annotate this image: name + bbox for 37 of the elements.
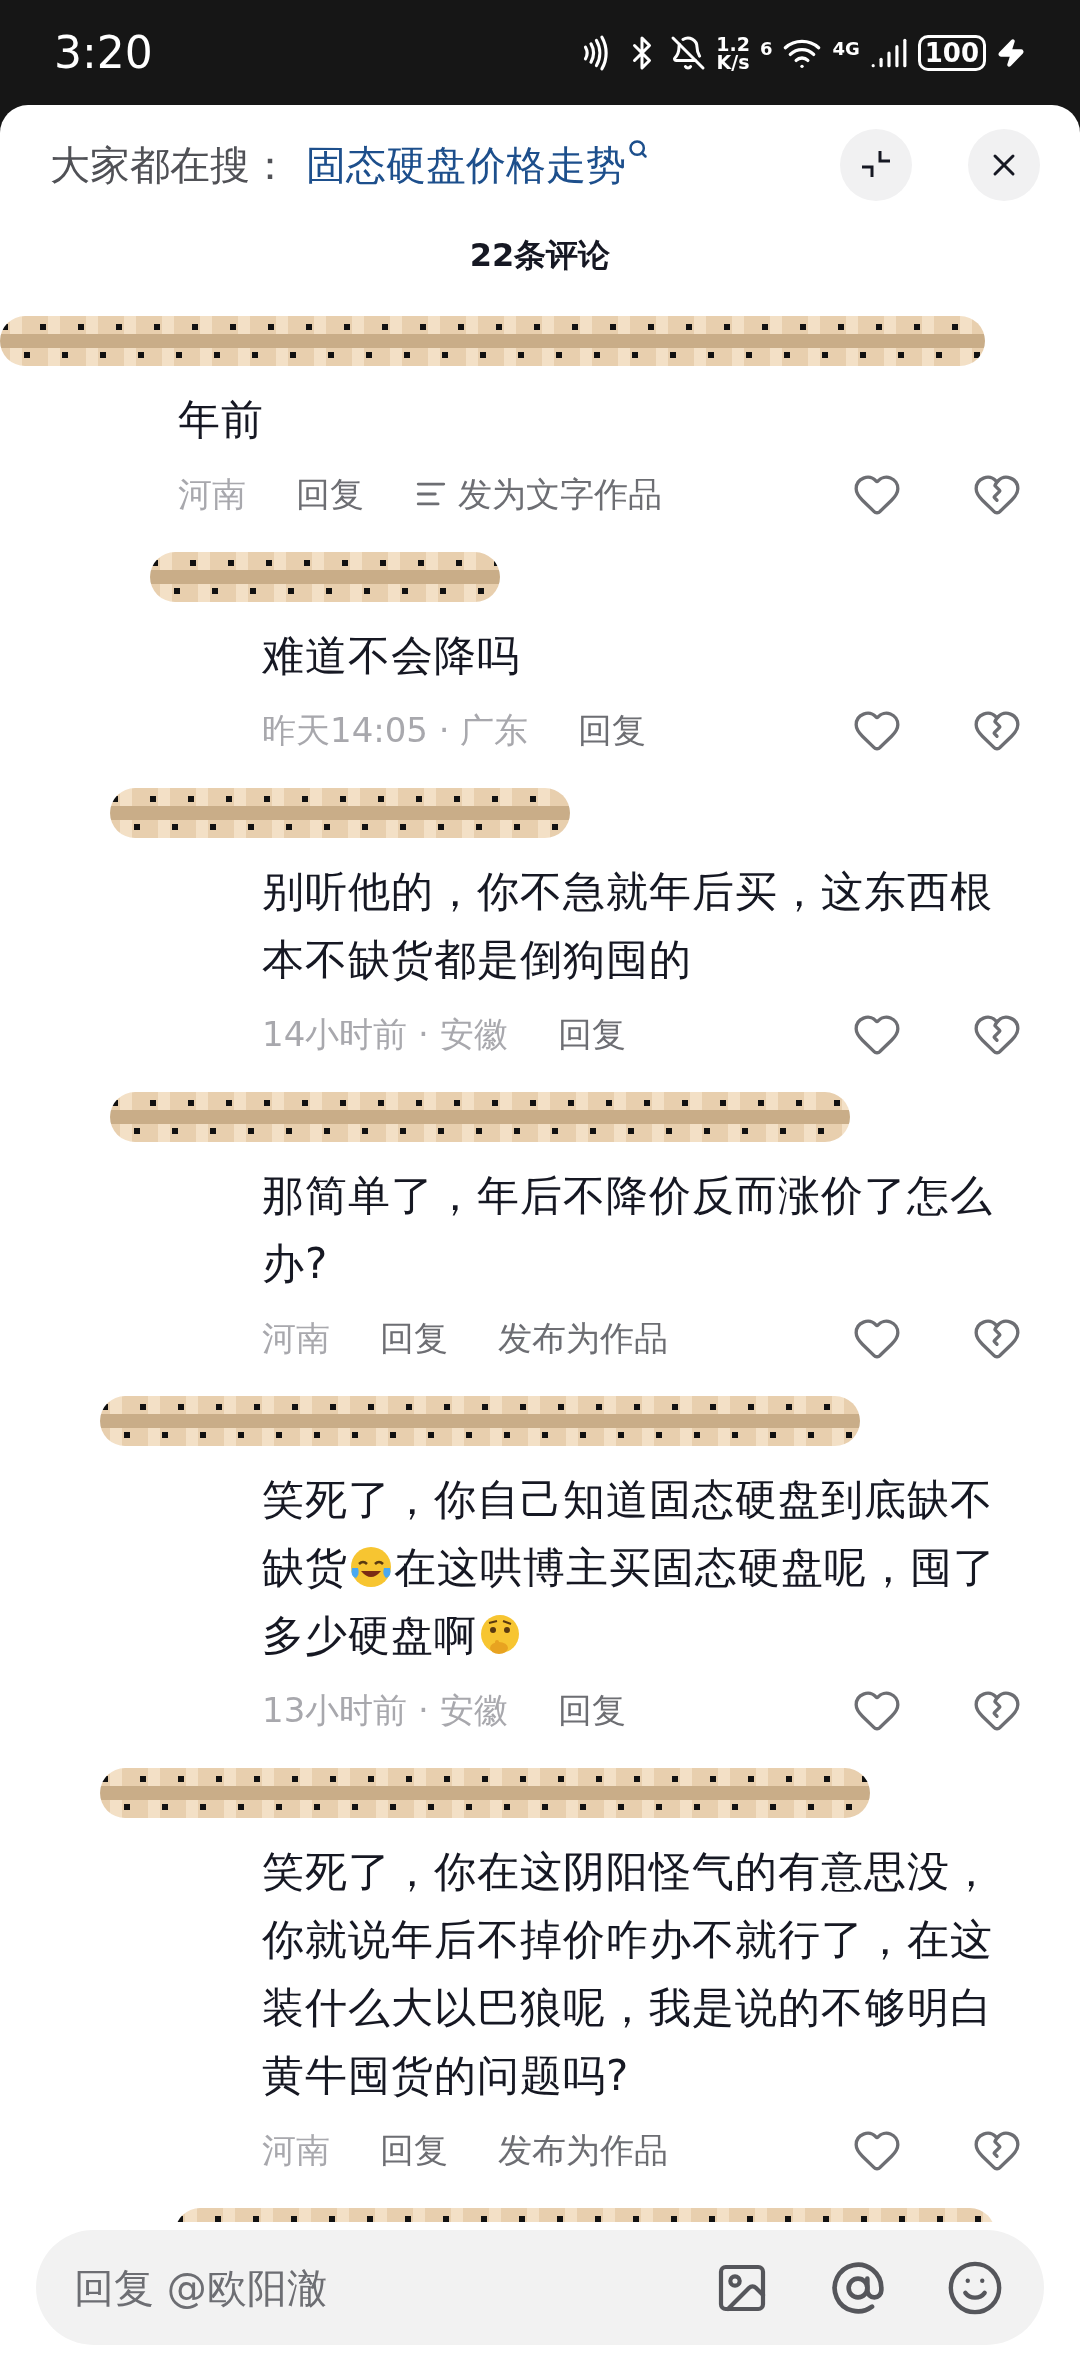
status-time: 3:20 — [54, 25, 153, 80]
search-icon — [628, 139, 648, 159]
comment-text: 那简单了，年后不降价反而涨价了怎么办? — [262, 1170, 994, 1290]
reply-button[interactable]: 回复 — [557, 1684, 626, 1736]
charging-icon — [996, 37, 1026, 68]
mention-icon[interactable] — [830, 2259, 886, 2316]
reply-button[interactable]: 回复 — [380, 2124, 448, 2176]
comment-text: 笑死了，你在这阴阳怪气的有意思没，你就说年后不掉价咋办不就行了，在这装什么大以巴狼呢，我是说的不够明白黄牛囤货的问题吗? — [262, 1846, 994, 2102]
network-type: 4G — [832, 36, 860, 61]
comment-meta: 河南 — [178, 472, 246, 516]
reply-button[interactable]: 回复 — [557, 1008, 626, 1060]
comment-text: 年前 — [178, 394, 265, 446]
publish-button[interactable]: 发布为作品 — [498, 2124, 668, 2176]
wifi-standard-label: 6 — [759, 36, 773, 61]
battery-indicator: 100 — [917, 34, 986, 71]
comment-text: 难道不会降吗 — [262, 630, 521, 682]
comment-text: 笑死了，你自己知道固态硬盘到底缺不缺货 在这哄博主买固态硬盘呢，囤了多少硬盘啊 — [262, 1474, 997, 1662]
comment-count-title: 22条评论 — [469, 235, 611, 276]
search-hint-label: 大家都在搜： — [50, 141, 290, 190]
reply-input-bar[interactable]: 回复 @欧阳澈 — [36, 2230, 1044, 2345]
reply-button[interactable]: 回复 — [380, 1312, 448, 1364]
network-speed-unit: K/s — [716, 52, 750, 71]
comment-meta: 昨天14:05 · 广东 — [262, 708, 529, 752]
search-suggestion-link[interactable]: 固态硬盘价格走势 — [306, 135, 648, 195]
reply-button[interactable]: 回复 — [578, 704, 647, 756]
bell-off-icon — [670, 34, 707, 71]
comment-text: 别听他的，你不急就年后买，这东西根本不缺货都是倒狗囤的 — [262, 866, 994, 986]
comment-meta: 河南 — [262, 2128, 330, 2172]
publish-button[interactable]: 发布为作品 — [498, 1312, 668, 1364]
network-speed: 1.2 — [716, 34, 750, 53]
reply-input-field[interactable]: 回复 @欧阳澈 — [74, 2257, 714, 2318]
comment-meta: 13小时前 · 安徽 — [262, 1688, 508, 1732]
laughing-face-icon — [348, 1544, 394, 1590]
comment-meta: 河南 — [262, 1316, 330, 1360]
reply-button[interactable]: 回复 — [296, 468, 364, 520]
publish-button[interactable]: 发为文字作品 — [414, 468, 662, 520]
comment-meta: 14小时前 · 安徽 — [262, 1012, 508, 1056]
